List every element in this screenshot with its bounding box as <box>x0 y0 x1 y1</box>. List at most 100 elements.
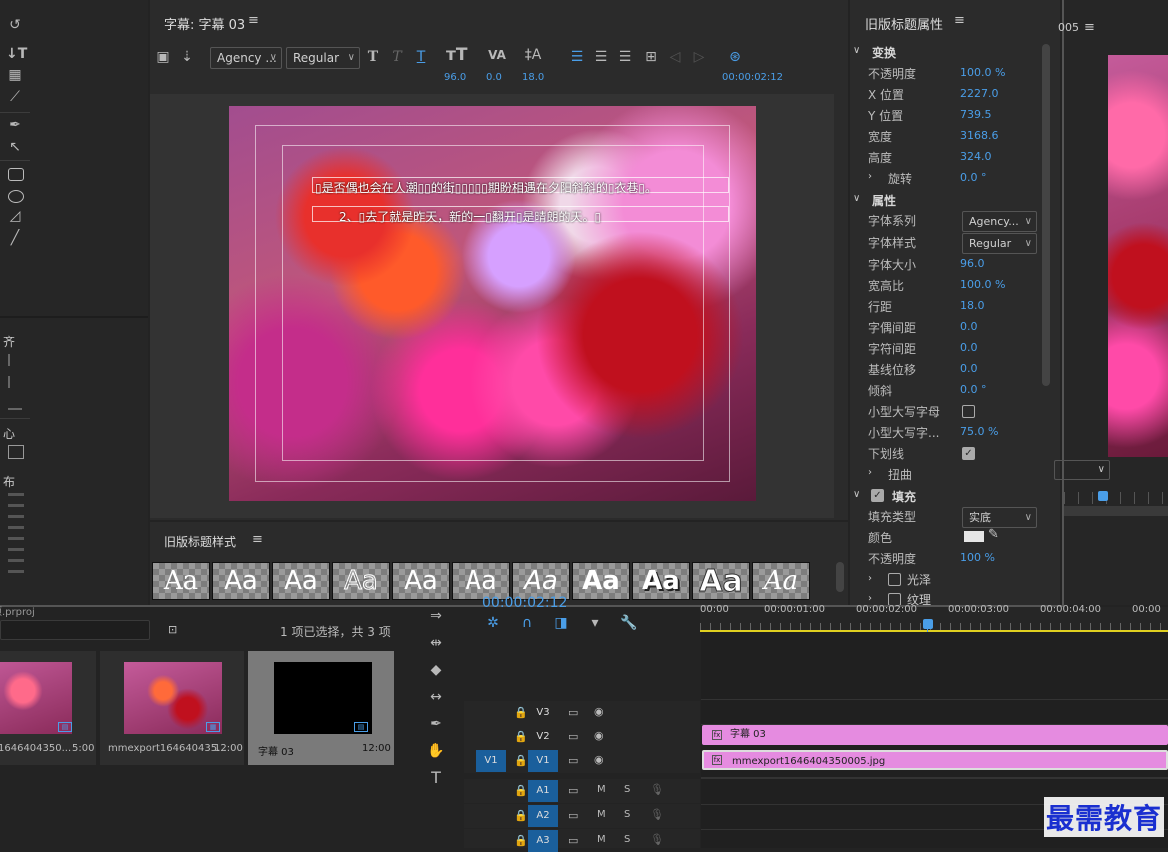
lock-icon[interactable]: 🔒 <box>514 730 528 743</box>
toggle-sync-icon[interactable]: ▭ <box>568 834 578 847</box>
distribute-icons[interactable] <box>8 493 24 573</box>
color-swatch[interactable] <box>964 531 984 542</box>
toggle-sync-icon[interactable]: ▭ <box>568 784 578 797</box>
microphone-icon[interactable]: 🎙 <box>650 808 664 821</box>
playhead-handle[interactable] <box>923 619 933 629</box>
font-style-select[interactable]: Regular ∨ <box>286 47 360 69</box>
playhead-marker[interactable] <box>1098 491 1108 501</box>
chevron-down-icon[interactable]: ∨ <box>853 45 860 56</box>
new-title-icon[interactable]: ▣ <box>154 50 172 64</box>
subtitle-line-1[interactable]: ▯是否偶也会在人潮▯▯的街▯▯▯▯▯期盼相遇在夕阳斜斜的▯衣巷▯。 <box>315 179 657 196</box>
style-swatch[interactable]: Aa <box>332 562 390 600</box>
style-swatch[interactable]: Aa <box>152 562 210 600</box>
timeline-timecode[interactable]: 00:00:02:12 <box>482 595 567 611</box>
title-canvas[interactable]: ▯是否偶也会在人潮▯▯的街▯▯▯▯▯期盼相遇在夕阳斜斜的▯衣巷▯。 2、▯去了就… <box>150 94 834 518</box>
microphone-icon[interactable]: 🎙 <box>650 833 664 846</box>
properties-scrollbar[interactable] <box>1042 44 1050 386</box>
style-swatch[interactable]: Aa <box>632 562 690 600</box>
pen-icon[interactable]: ✒ <box>427 717 445 731</box>
panel-menu-icon[interactable]: ≡ <box>248 13 259 28</box>
mute-button[interactable]: M <box>597 809 606 820</box>
underline-icon[interactable]: T <box>412 50 430 64</box>
title-clip[interactable]: fx 字幕 03 <box>702 725 1168 745</box>
underline-checkbox[interactable]: ✓ <box>962 447 975 460</box>
style-swatch[interactable]: Aa <box>392 562 450 600</box>
slip-icon[interactable]: ↔ <box>427 690 445 704</box>
project-search-input[interactable] <box>0 620 150 640</box>
mute-button[interactable]: M <box>597 834 606 845</box>
font-size-value[interactable]: 96.0 <box>444 72 466 83</box>
background-timecode[interactable]: 00:00:02:12 <box>722 72 783 83</box>
prev-frame-icon[interactable]: ◁ <box>666 50 684 64</box>
font-style-select[interactable]: Regular ∨ <box>962 233 1037 254</box>
kerning-value[interactable]: 0.0 <box>960 320 978 333</box>
styles-scrollbar[interactable] <box>836 562 844 592</box>
transform-header[interactable]: 变换 <box>872 44 896 61</box>
panel-menu-icon[interactable]: ≡ <box>1084 20 1095 35</box>
chevron-right-icon[interactable]: › <box>868 573 872 584</box>
track-select-icon[interactable]: ⇒ <box>427 609 445 623</box>
track-label[interactable]: V1 <box>528 750 558 772</box>
eyedropper-icon[interactable]: ✎ <box>988 527 999 542</box>
italic-icon[interactable]: T <box>388 50 406 64</box>
hand-icon[interactable]: ✋ <box>427 744 445 758</box>
type-tool-icon[interactable]: ↓T <box>6 47 27 61</box>
height-value[interactable]: 324.0 <box>960 150 992 163</box>
style-swatch[interactable]: Aa <box>272 562 330 600</box>
show-video-icon[interactable]: ⊛ <box>726 50 744 64</box>
fill-header[interactable]: 填充 <box>892 488 916 505</box>
aspect-value[interactable]: 100.0 % <box>960 278 1005 291</box>
chevron-right-icon[interactable]: › <box>868 593 872 604</box>
style-swatch[interactable]: Aa <box>572 562 630 600</box>
convert-anchor-icon[interactable]: ↖ <box>6 140 24 154</box>
panel-menu-icon[interactable]: ≡ <box>252 532 263 547</box>
rotation-value[interactable]: 0.0 ° <box>960 171 987 184</box>
microphone-icon[interactable]: 🎙 <box>650 783 664 796</box>
fill-checkbox[interactable]: ✓ <box>871 489 884 502</box>
eye-icon[interactable]: ◉ <box>594 705 604 718</box>
mute-button[interactable]: M <box>597 784 606 795</box>
align-icon[interactable] <box>8 354 22 366</box>
properties-header[interactable]: 属性 <box>872 192 896 209</box>
ellipse-tool-icon[interactable] <box>8 190 24 203</box>
chevron-down-icon[interactable]: ∨ <box>853 489 860 500</box>
lock-icon[interactable]: 🔒 <box>514 706 528 719</box>
center-icon[interactable] <box>8 445 24 459</box>
subtitle-line-2[interactable]: 2、▯去了就是昨天，新的一▯翻开▯是晴朗的天。▯ <box>339 208 601 225</box>
new-bin-icon[interactable]: ⊡ <box>168 623 177 636</box>
align-center-icon[interactable]: ☰ <box>592 50 610 64</box>
align-left-icon[interactable]: ☰ <box>568 50 586 64</box>
fill-opacity-value[interactable]: 100 % <box>960 551 995 564</box>
eye-icon[interactable]: ◉ <box>594 753 604 766</box>
leading-value[interactable]: 18.0 <box>522 72 544 83</box>
tab-stops-icon[interactable]: ⊞ <box>642 50 660 64</box>
next-frame-icon[interactable]: ▷ <box>690 50 708 64</box>
path-type-icon[interactable]: ⟋ <box>6 90 24 104</box>
rectangle-tool-icon[interactable] <box>8 168 24 181</box>
toggle-sync-icon[interactable]: ▭ <box>568 809 578 822</box>
project-item[interactable]: ▦ mmexport164640435... 12:00 <box>100 651 244 765</box>
align-icon[interactable] <box>8 398 22 410</box>
toggle-sync-icon[interactable]: ▭ <box>568 730 578 743</box>
monitor-scroll[interactable] <box>1064 506 1168 516</box>
source-patch-v1[interactable]: V1 <box>476 750 506 772</box>
lock-icon[interactable]: 🔒 <box>514 834 528 847</box>
bold-icon[interactable]: T <box>364 50 382 64</box>
wedge-tool-icon[interactable]: ◿ <box>6 209 24 223</box>
razor-icon[interactable]: ◆ <box>427 663 445 677</box>
timeline-ruler[interactable]: 00:00 00:00:01:00 00:00:02:00 00:00:03:0… <box>700 604 1168 631</box>
leading-icon[interactable]: ‡A <box>524 48 542 62</box>
eye-icon[interactable]: ◉ <box>594 729 604 742</box>
track-label[interactable]: A3 <box>528 830 558 852</box>
align-icon[interactable] <box>8 376 22 388</box>
style-swatch[interactable]: Aa <box>692 562 750 600</box>
type-icon[interactable]: T <box>427 770 445 786</box>
roll-crawl-icon[interactable]: ⇣ <box>178 50 196 64</box>
gloss-checkbox[interactable] <box>888 573 901 586</box>
line-tool-icon[interactable]: ╱ <box>6 231 24 245</box>
leading-value[interactable]: 18.0 <box>960 299 985 312</box>
wrench-icon[interactable]: 🔧 <box>620 616 638 630</box>
solo-button[interactable]: S <box>624 834 630 845</box>
chevron-down-icon[interactable]: ∨ <box>853 193 860 204</box>
font-family-select[interactable]: Agency... ∨ <box>962 211 1037 232</box>
